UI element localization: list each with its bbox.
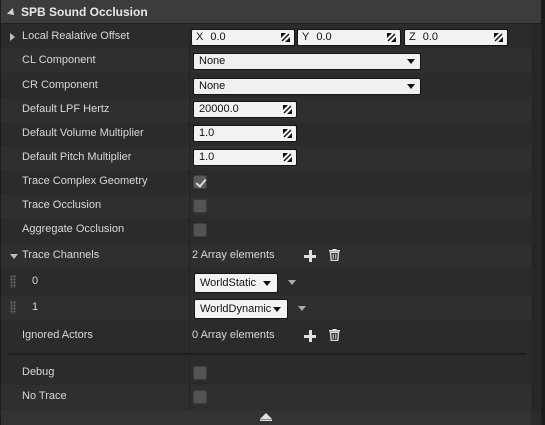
edit-arrows-icon[interactable] [387,33,396,42]
drag-handle-icon[interactable] [10,301,16,314]
edit-arrows-icon[interactable] [494,33,503,42]
chevron-down-icon [407,84,415,89]
ignored-actors-count: 0 Array elements [192,329,275,341]
trash-icon[interactable] [329,249,340,261]
details-panel: SPB Sound Occlusion Local Realative Offs… [1,0,541,425]
collapse-arrow-icon[interactable] [10,254,18,259]
chevron-down-icon [273,307,281,312]
row-default-volume: Default Volume Multiplier 1.0 [1,122,531,146]
trace-channels-label: Trace Channels [22,249,100,261]
edit-arrows-icon[interactable] [283,129,292,138]
row-debug: Debug [1,361,531,385]
channel-index-1: 1 [32,301,39,313]
row-local-offset: Local Realative Offset X 0.0 Y 0.0 Z 0.0 [1,25,531,49]
ignored-actors-label: Ignored Actors [22,329,93,341]
default-pitch-label: Default Pitch Multiplier [22,151,132,163]
chevron-down-icon [407,59,415,64]
trace-complex-label: Trace Complex Geometry [22,175,148,187]
offset-x-field[interactable]: X 0.0 [191,29,295,46]
options-arrow-icon[interactable] [288,280,296,285]
cr-component-label: CR Component [22,79,98,91]
scrollbar-track[interactable] [532,24,540,410]
row-trace-occlusion: Trace Occlusion [1,194,531,218]
debug-checkbox[interactable] [193,366,207,380]
advanced-separator [8,353,526,355]
category-title: SPB Sound Occlusion [21,4,148,19]
trash-icon[interactable] [329,329,340,341]
trace-occlusion-checkbox[interactable] [193,199,207,213]
channel-1-dropdown[interactable]: WorldDynamic [194,299,288,319]
offset-y-field[interactable]: Y 0.0 [297,29,401,46]
row-default-pitch: Default Pitch Multiplier 1.0 [1,146,531,170]
default-volume-field[interactable]: 1.0 [193,125,297,142]
plus-icon[interactable] [304,330,316,342]
row-no-trace: No Trace [1,385,531,409]
local-offset-label: Local Realative Offset [22,30,130,42]
channel-index-0: 0 [32,275,39,287]
drag-handle-icon[interactable] [10,275,16,288]
cl-component-dropdown[interactable]: None [193,53,421,70]
row-aggregate-occlusion: Aggregate Occlusion [1,218,531,242]
chevron-down-icon [263,281,271,286]
row-cr-component: CR Component None [1,74,531,98]
trace-complex-checkbox[interactable] [193,175,207,189]
chevron-up-icon[interactable] [260,413,272,421]
edit-arrows-icon[interactable] [283,105,292,114]
default-volume-label: Default Volume Multiplier [22,127,144,139]
row-trace-complex: Trace Complex Geometry [1,170,531,194]
offset-z-field[interactable]: Z 0.0 [404,29,508,46]
row-ignored-actors: Ignored Actors 0 Array elements [1,324,531,348]
trace-channels-count: 2 Array elements [192,249,275,261]
row-cl-component: CL Component None [1,49,531,73]
column-divider[interactable] [189,27,190,410]
no-trace-label: No Trace [22,390,67,402]
debug-label: Debug [22,366,55,378]
no-trace-checkbox[interactable] [193,390,207,404]
row-trace-channels: Trace Channels 2 Array elements [1,244,531,268]
cl-component-label: CL Component [22,54,96,66]
trace-occlusion-label: Trace Occlusion [22,199,102,211]
plus-icon[interactable] [304,250,316,262]
cr-component-dropdown[interactable]: None [193,78,421,95]
category-header[interactable]: SPB Sound Occlusion [1,0,541,24]
row-trace-channel-1: 1 WorldDynamic [1,296,531,320]
row-trace-channel-0: 0 WorldStatic [1,270,531,294]
row-default-lpf: Default LPF Hertz 20000.0 [1,98,531,122]
channel-0-dropdown[interactable]: WorldStatic [194,273,278,293]
default-lpf-field[interactable]: 20000.0 [193,101,297,118]
collapse-triangle-icon[interactable] [7,7,17,18]
expand-arrow-icon[interactable] [10,33,15,41]
edit-arrows-icon[interactable] [281,33,290,42]
options-arrow-icon[interactable] [298,306,306,311]
default-lpf-label: Default LPF Hertz [22,103,110,115]
edit-arrows-icon[interactable] [283,153,292,162]
aggregate-occlusion-label: Aggregate Occlusion [22,223,125,235]
aggregate-occlusion-checkbox[interactable] [193,223,207,237]
advanced-toggle-bar[interactable] [1,410,531,425]
default-pitch-field[interactable]: 1.0 [193,149,297,166]
